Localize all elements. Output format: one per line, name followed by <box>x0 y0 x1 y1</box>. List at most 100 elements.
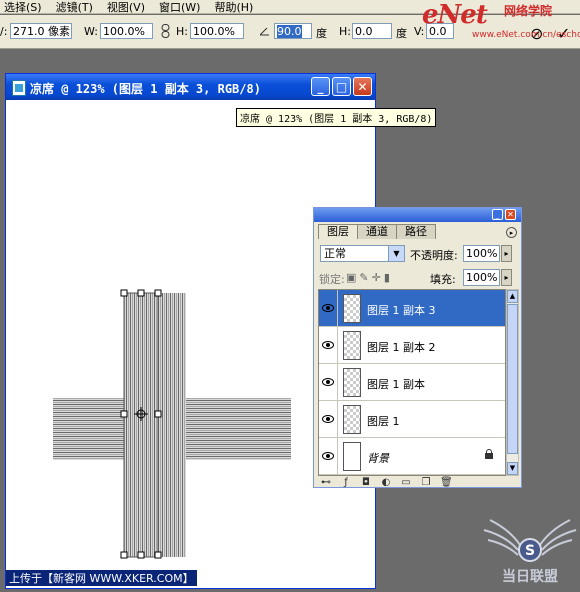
tab-layers[interactable]: 图层 <box>318 224 358 239</box>
panel-menu-icon[interactable]: ▸ <box>506 227 517 238</box>
layer-thumbnail <box>343 405 361 434</box>
layer-thumbnail <box>343 368 361 397</box>
enet-logo: eNet 网络学院 www.eNet.com.cn/eschool <box>422 0 580 46</box>
layer-name: 图层 1 副本 <box>367 378 425 391</box>
logo-sub: 网络学院 <box>504 4 553 18</box>
add-mask-icon[interactable]: ◘ <box>360 477 372 488</box>
height-field[interactable]: 100.0% <box>190 23 244 39</box>
skew-h-field[interactable]: 0.0 <box>352 23 392 39</box>
row-divider <box>337 327 338 364</box>
menu-select[interactable]: 选择(S) <box>4 0 42 15</box>
transform-handle[interactable] <box>120 410 128 418</box>
layer-actions: ⊷ ƒ ◘ ◐ ▭ ❐ 🗑 <box>320 477 453 488</box>
menu-help[interactable]: 帮助(H) <box>214 0 253 15</box>
layer-row[interactable]: 图层 1 <box>319 401 505 438</box>
row-divider <box>337 364 338 401</box>
logo-main: eNet <box>422 0 488 30</box>
angle-value: 90.0 <box>277 25 302 38</box>
blend-mode-select[interactable]: 正常 ▼ <box>320 245 405 262</box>
layer-name: 图层 1 副本 3 <box>367 304 436 317</box>
scroll-down-icon[interactable]: ▼ <box>507 462 518 475</box>
angle-icon <box>260 27 269 36</box>
maximize-button[interactable]: □ <box>332 77 351 96</box>
layers-panel: _ ✕ 图层 通道 路径 ▸ 正常 ▼ 不透明度: 100% ▸ 锁定: ▣✎✛… <box>313 207 522 488</box>
angle-unit: 度 <box>316 27 327 40</box>
width-field[interactable]: 100.0% <box>100 23 153 39</box>
row-divider <box>337 401 338 438</box>
transform-handle[interactable] <box>154 289 162 297</box>
close-button[interactable]: ✕ <box>353 77 372 96</box>
link-layers-icon[interactable]: ⊷ <box>320 477 332 488</box>
x-field[interactable]: 271.0 像素 <box>10 23 72 39</box>
scroll-up-icon[interactable]: ▲ <box>507 290 518 303</box>
document-titlebar[interactable]: 凉席 @ 123% (图层 1 副本 3, RGB/8) _ □ ✕ <box>6 74 375 100</box>
fill-field[interactable]: 100% <box>463 269 500 286</box>
logo-url: www.eNet.com.cn/eschool <box>472 30 580 40</box>
transform-handle[interactable] <box>120 289 128 297</box>
row-divider <box>337 290 338 327</box>
opacity-arrow-icon[interactable]: ▸ <box>501 245 512 262</box>
tab-channels[interactable]: 通道 <box>357 224 397 239</box>
panel-close-button[interactable]: ✕ <box>505 209 516 220</box>
fill-arrow-icon[interactable]: ▸ <box>501 269 512 286</box>
fill-label: 填充: <box>430 273 456 286</box>
lock-icon <box>485 449 493 459</box>
layer-thumbnail <box>343 442 361 471</box>
skew-unit: 度 <box>396 27 407 40</box>
x-label: /: <box>0 25 8 38</box>
transform-handle[interactable] <box>137 289 145 297</box>
menu-window[interactable]: 窗口(W) <box>159 0 200 15</box>
link-icon[interactable] <box>161 24 170 38</box>
transform-handle[interactable] <box>120 551 128 559</box>
layer-style-icon[interactable]: ƒ <box>340 477 352 488</box>
angle-field[interactable]: 90.0 <box>274 23 312 39</box>
row-divider <box>337 438 338 475</box>
layers-panel-titlebar[interactable]: _ ✕ <box>314 208 521 222</box>
new-layer-icon[interactable]: ❐ <box>420 477 432 488</box>
layer-name: 图层 1 副本 2 <box>367 341 436 354</box>
trash-icon[interactable]: 🗑 <box>440 477 453 488</box>
layer-row[interactable]: 图层 1 副本 <box>319 364 505 401</box>
lock-options-icon[interactable]: ▣✎✛▮ <box>346 271 393 284</box>
layer-list: 图层 1 副本 3 图层 1 副本 2 图层 1 副本 图层 1 背景 <box>318 289 506 476</box>
alliance-logo-text: 当日联盟 <box>502 569 558 585</box>
transform-handle[interactable] <box>154 551 162 559</box>
layer-name: 图层 1 <box>367 415 400 428</box>
eye-icon[interactable] <box>322 377 334 386</box>
upload-watermark: 上传于【新客网 WWW.XKER.COM】 <box>6 570 197 586</box>
minimize-button[interactable]: _ <box>311 77 330 96</box>
layer-thumbnail <box>343 294 361 323</box>
tab-paths[interactable]: 路径 <box>396 224 436 239</box>
opacity-label: 不透明度: <box>410 249 458 262</box>
document-title: 凉席 @ 123% (图层 1 副本 3, RGB/8) <box>30 82 261 96</box>
transform-handle[interactable] <box>137 551 145 559</box>
layer-row[interactable]: 图层 1 副本 3 <box>319 290 505 327</box>
eye-icon[interactable] <box>322 340 334 349</box>
layer-row[interactable]: 图层 1 副本 2 <box>319 327 505 364</box>
panel-tabs: 图层 通道 路径 <box>318 224 436 239</box>
adjustment-layer-icon[interactable]: ◐ <box>380 477 392 488</box>
scroll-thumb[interactable] <box>507 304 518 454</box>
alliance-logo: S 当日联盟 <box>480 500 580 589</box>
w-label: W: <box>84 25 98 38</box>
vertical-strip <box>124 293 186 557</box>
svg-text:S: S <box>525 543 535 559</box>
new-group-icon[interactable]: ▭ <box>400 477 412 488</box>
menu-view[interactable]: 视图(V) <box>107 0 145 15</box>
eye-icon[interactable] <box>322 451 334 460</box>
blend-mode-value: 正常 <box>324 247 346 260</box>
chevron-down-icon: ▼ <box>388 246 404 261</box>
layer-list-scrollbar[interactable]: ▲ ▼ <box>506 289 519 476</box>
transform-handle[interactable] <box>154 410 162 418</box>
document-icon <box>12 80 26 96</box>
opacity-field[interactable]: 100% <box>463 245 500 262</box>
layer-name: 背景 <box>367 452 389 465</box>
menu-filter[interactable]: 滤镜(T) <box>56 0 93 15</box>
panel-minimize-button[interactable]: _ <box>492 209 503 220</box>
lock-label: 锁定: <box>319 273 345 286</box>
layer-row[interactable]: 背景 <box>319 438 505 475</box>
eye-icon[interactable] <box>322 303 334 312</box>
eye-icon[interactable] <box>322 414 334 423</box>
document-tooltip: 凉席 @ 123% (图层 1 副本 3, RGB/8) <box>236 108 437 127</box>
skew-h-label: H: <box>339 25 351 38</box>
